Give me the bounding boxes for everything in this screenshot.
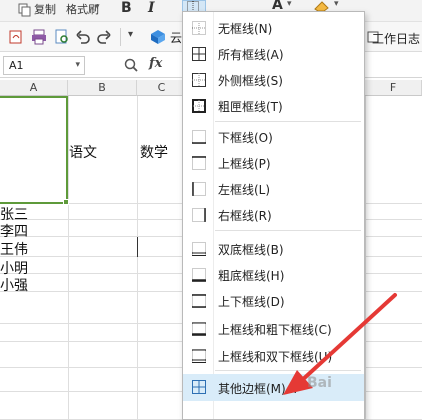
- annotation-arrow: [283, 293, 397, 395]
- watermark: Bai: [307, 375, 332, 391]
